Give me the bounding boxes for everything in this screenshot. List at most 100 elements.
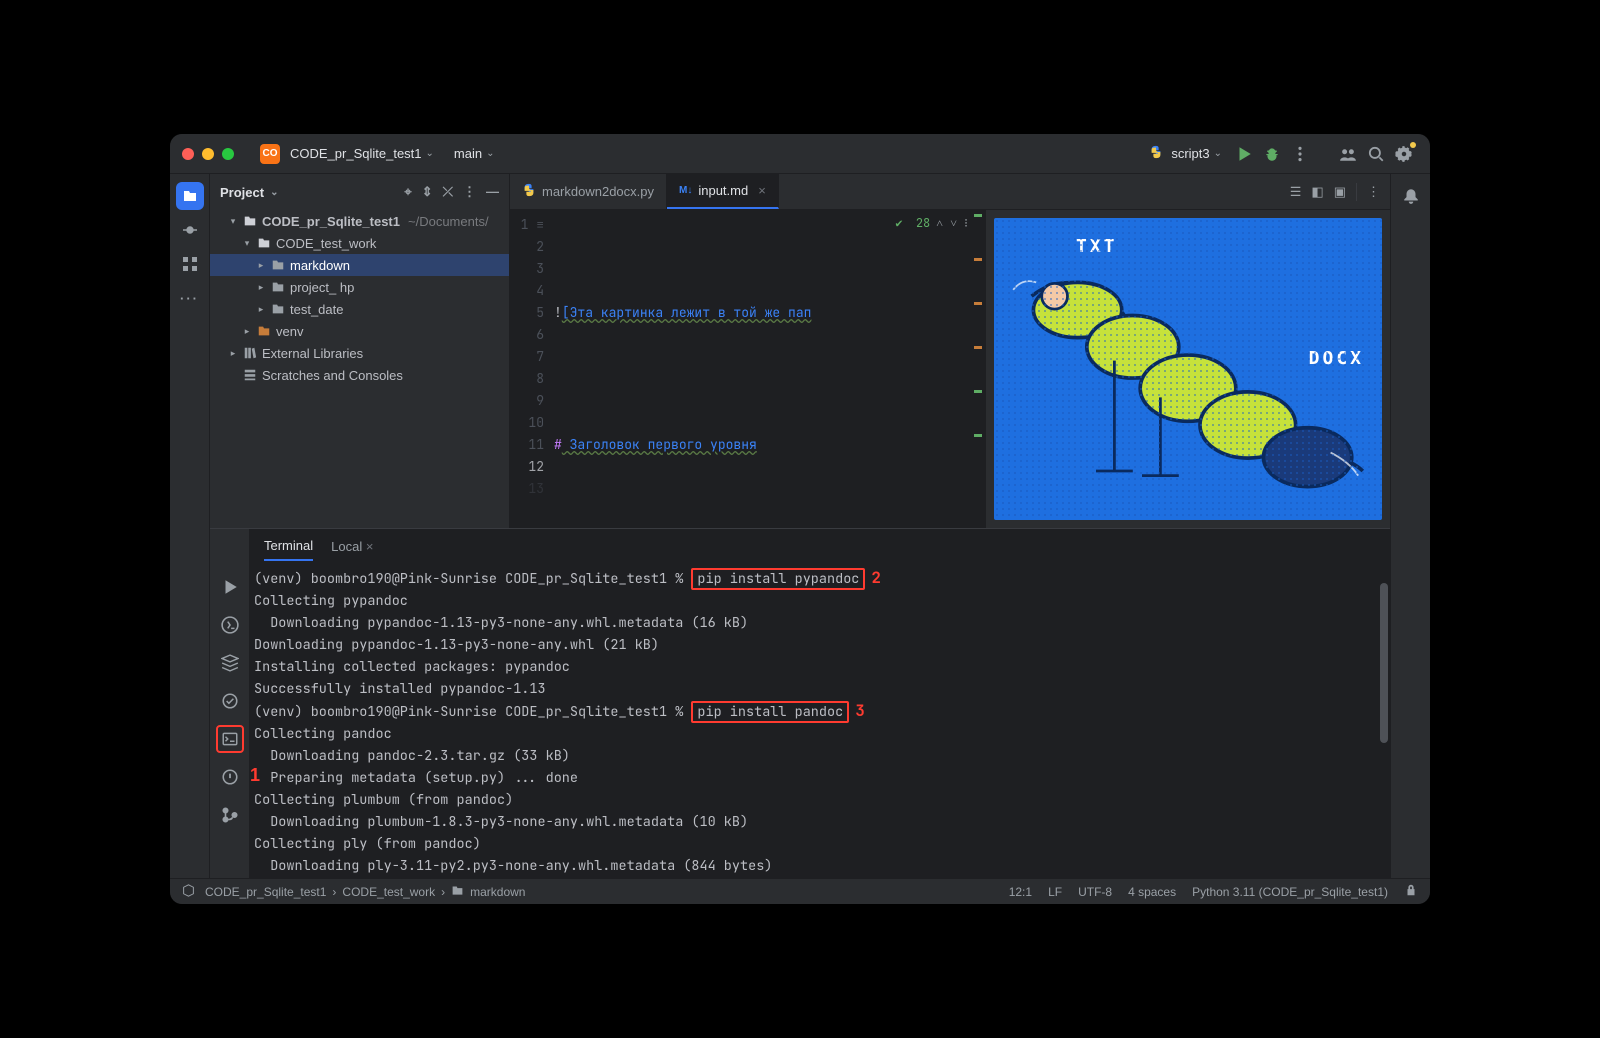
tree-root-name: CODE_pr_Sqlite_test1 — [262, 214, 400, 229]
preview-image: TXT DOCX — [994, 218, 1382, 520]
tree-item[interactable]: ▸ Scratches and Consoles — [210, 364, 509, 386]
notifications-icon[interactable] — [1397, 182, 1425, 210]
terminal-line: Downloading pandoc-2.3.tar.gz (33 kB) — [254, 745, 1376, 767]
terminal-tab-local[interactable]: Local × — [331, 533, 373, 560]
tree-options-icon[interactable]: ⋮ — [463, 184, 476, 200]
scrollbar[interactable] — [1380, 583, 1388, 743]
tree-item-label: markdown — [290, 258, 350, 273]
left-tool-rail: ··· — [170, 174, 210, 878]
tree-item-label: External Libraries — [262, 346, 363, 361]
caret-position[interactable]: 12:1 — [1009, 885, 1032, 899]
markdown-preview: TXT DOCX — [986, 210, 1390, 528]
editor-preview-icon[interactable]: ▣ — [1334, 184, 1346, 200]
project-tool-icon[interactable] — [176, 182, 204, 210]
editor-list-icon[interactable]: ☰ — [1290, 184, 1302, 200]
editor-preview-split-icon[interactable]: ◧ — [1311, 184, 1323, 200]
editor-more-icon[interactable]: ⋮ — [1367, 184, 1380, 200]
crumb-item[interactable]: markdown — [470, 885, 525, 899]
python-console-icon[interactable] — [216, 611, 244, 639]
python-interpreter[interactable]: Python 3.11 (CODE_pr_Sqlite_test1) — [1192, 885, 1388, 899]
terminal-line: Collecting plumbum (from pandoc) — [254, 789, 1376, 811]
close-tab-icon[interactable]: × — [758, 183, 766, 198]
highlighted-command: pip install pypandoc — [691, 568, 865, 590]
tree-item-label: test_date — [290, 302, 344, 317]
run-config-selector[interactable]: script3 ⌄ — [1141, 142, 1230, 165]
terminal-line: Successfully installed pypandoc-1.13 — [254, 678, 1376, 700]
vcs-tool-icon[interactable] — [216, 801, 244, 829]
module-icon — [182, 884, 195, 900]
run-button[interactable] — [1230, 140, 1258, 168]
annotation-2: 2 — [871, 567, 881, 588]
terminal-line: Downloading plumbum-1.8.3-py3-none-any.w… — [254, 811, 1376, 833]
terminal-panel: Terminal Local × (venv) boombro190@Pink-… — [250, 529, 1390, 878]
highlighted-command: pip install pandoc — [691, 701, 849, 723]
search-everywhere-icon[interactable] — [1362, 140, 1390, 168]
vcs-branch[interactable]: main ⌄ — [442, 143, 503, 164]
hide-panel-icon[interactable]: — — [486, 184, 499, 200]
close-window-icon[interactable] — [182, 148, 194, 160]
code-heading: # — [554, 434, 562, 456]
tree-root[interactable]: ▾ CODE_pr_Sqlite_test1 ~/Documents/ — [210, 210, 509, 232]
structure-tool-icon[interactable] — [176, 250, 204, 278]
tree-item[interactable]: ▸ External Libraries — [210, 342, 509, 364]
library-icon — [242, 346, 258, 360]
debug-button[interactable] — [1258, 140, 1286, 168]
settings-icon[interactable] — [1390, 140, 1418, 168]
python-icon — [1149, 145, 1163, 162]
close-tab-icon[interactable]: × — [366, 539, 374, 554]
run-icon[interactable] — [216, 573, 244, 601]
tree-item[interactable]: ▾ CODE_test_work — [210, 232, 509, 254]
tree-item[interactable]: ▸ test_date — [210, 298, 509, 320]
file-encoding[interactable]: UTF-8 — [1078, 885, 1112, 899]
terminal-output[interactable]: (venv) boombro190@Pink-Sunrise CODE_pr_S… — [250, 563, 1390, 878]
project-selector[interactable]: CO CODE_pr_Sqlite_test1 ⌄ — [252, 141, 442, 167]
expand-all-icon[interactable]: ⇕ — [422, 184, 433, 200]
preview-label-txt: TXT — [1076, 236, 1118, 257]
venv-folder-icon — [256, 324, 272, 338]
problems-widget[interactable]: ✔ 28 ˄ ˅ ⁝ — [895, 212, 968, 234]
editor-tab-active[interactable]: M↓ input.md × — [667, 174, 779, 209]
tree-item-selected[interactable]: ▸ markdown — [210, 254, 509, 276]
terminal-line: Collecting pandoc — [254, 723, 1376, 745]
project-tree[interactable]: ▾ CODE_pr_Sqlite_test1 ~/Documents/ ▾ CO… — [210, 210, 509, 386]
folder-icon — [256, 236, 272, 250]
chevron-down-icon[interactable]: ⌄ — [270, 187, 278, 198]
tree-item-label: venv — [276, 324, 303, 339]
terminal-tool-icon[interactable] — [216, 725, 244, 753]
project-sidebar-header: Project ⌄ ⌖ ⇕ ⤫ ⋮ — — [210, 174, 509, 210]
services-icon[interactable] — [216, 649, 244, 677]
minimize-window-icon[interactable] — [202, 148, 214, 160]
markdown-file-icon: M↓ — [679, 185, 692, 196]
bottom-panel: 1 Terminal Local × (venv) boombro190@Pin… — [210, 528, 1390, 878]
error-stripe[interactable] — [972, 210, 982, 528]
line-separator[interactable]: LF — [1048, 885, 1062, 899]
zoom-window-icon[interactable] — [222, 148, 234, 160]
breadcrumb[interactable]: CODE_pr_Sqlite_test1 › CODE_test_work › … — [205, 884, 525, 900]
folder-icon — [242, 214, 258, 228]
editor-tab[interactable]: markdown2docx.py — [510, 174, 667, 209]
crumb-item[interactable]: CODE_pr_Sqlite_test1 — [205, 885, 326, 899]
more-actions-icon[interactable] — [1286, 140, 1314, 168]
collapse-all-icon[interactable]: ⤫ — [443, 184, 453, 200]
select-opened-file-icon[interactable]: ⌖ — [404, 184, 411, 200]
crumb-item[interactable]: CODE_test_work — [342, 885, 435, 899]
worm-illustration-icon — [1004, 248, 1372, 510]
code-editor[interactable]: 1 ≡2345678910111213 ✔ 28 ˄ ˅ ⁝ ![Эта кар… — [510, 210, 986, 528]
editor-area: markdown2docx.py M↓ input.md × ☰ ◧ ▣ — [510, 174, 1390, 528]
commit-tool-icon[interactable] — [176, 216, 204, 244]
chevron-down-icon: ⌄ — [1214, 148, 1222, 159]
indent-setting[interactable]: 4 spaces — [1128, 885, 1176, 899]
more-tool-windows-icon[interactable]: ··· — [176, 284, 204, 312]
terminal-tabs: Terminal Local × — [250, 529, 1390, 563]
readonly-lock-icon[interactable] — [1404, 883, 1418, 900]
terminal-tab-main[interactable]: Terminal — [264, 532, 313, 561]
terminal-line: Installing collected packages: pypandoc — [254, 656, 1376, 678]
python-packages-icon[interactable] — [216, 687, 244, 715]
problems-icon[interactable] — [216, 763, 244, 791]
editor-tabs: markdown2docx.py M↓ input.md × ☰ ◧ ▣ — [510, 174, 1390, 210]
main-body: ··· Project ⌄ ⌖ ⇕ ⤫ ⋮ — — [170, 174, 1430, 878]
terminal-line: Preparing metadata (setup.py) ... done — [254, 767, 1376, 789]
tree-item[interactable]: ▸ venv — [210, 320, 509, 342]
tree-item[interactable]: ▸ project_ hp — [210, 276, 509, 298]
code-with-me-icon[interactable] — [1334, 140, 1362, 168]
